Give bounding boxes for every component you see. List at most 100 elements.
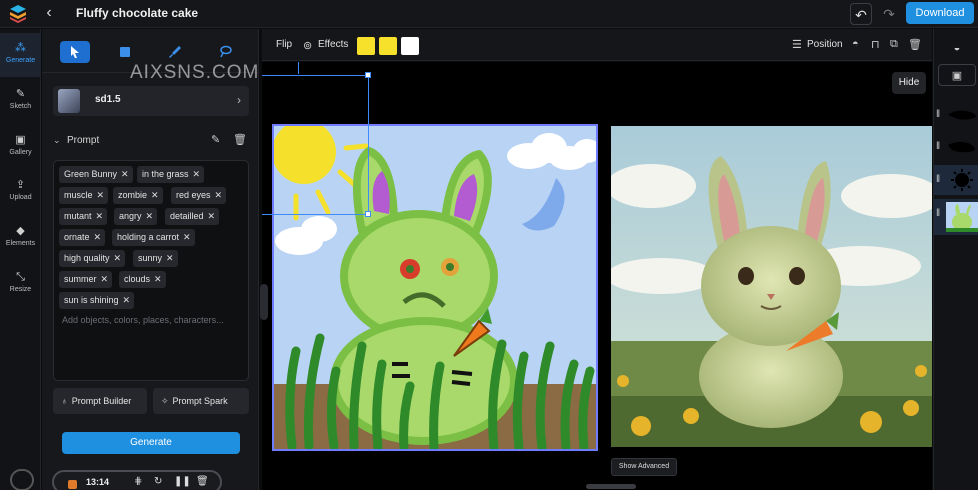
brush-tool-button[interactable] [160, 41, 190, 63]
remove-tag-icon[interactable]: ✕ [123, 295, 131, 305]
prompt-tag-box[interactable]: Green Bunny ✕ in the grass ✕ muscle ✕ zombi… [53, 160, 249, 381]
selection-guide [262, 214, 369, 215]
prompt-tag[interactable]: sunny ✕ [133, 250, 178, 267]
canvas-scrollbar[interactable] [586, 484, 636, 489]
remove-tag-icon[interactable]: ✕ [215, 190, 223, 200]
drag-handle-icon[interactable]: ‖ [936, 174, 940, 185]
grid-icon[interactable]: ⋕ [134, 476, 142, 487]
redo-icon[interactable]: ↷ [878, 3, 900, 25]
prompt-tag[interactable]: clouds ✕ [119, 271, 166, 288]
layer-item[interactable]: ‖ [934, 199, 978, 235]
prompt-tag[interactable]: detailled ✕ [165, 208, 220, 225]
selection-handle[interactable] [365, 72, 371, 78]
effects-button[interactable]: Effects [318, 39, 348, 50]
selection-handle[interactable] [365, 211, 371, 217]
layers-toggle-icon[interactable]: ◒ [938, 37, 976, 59]
remove-tag-icon[interactable]: ✕ [146, 211, 154, 221]
generate-button[interactable]: Generate [62, 432, 240, 454]
rail-item-sketch[interactable]: ✎ Sketch [0, 79, 41, 123]
lasso-tool-button[interactable] [210, 41, 240, 63]
prompt-tag[interactable]: Green Bunny ✕ [59, 166, 133, 183]
prompt-tag[interactable]: muscle ✕ [59, 187, 109, 204]
layer-item[interactable]: ‖ [934, 132, 978, 162]
lock-icon[interactable]: ⊓ [871, 38, 880, 51]
show-advanced-button[interactable]: Show Advanced [611, 458, 677, 476]
layer-item[interactable]: ‖ [934, 165, 978, 195]
prompt-tag[interactable]: zombie ✕ [113, 187, 163, 204]
camera-icon[interactable] [10, 469, 34, 490]
pause-icon[interactable]: ❚❚ [174, 476, 191, 487]
chevron-down-icon[interactable]: ⌄ [53, 135, 61, 146]
color-swatch[interactable] [357, 37, 375, 55]
prompt-tag[interactable]: in the grass ✕ [137, 166, 205, 183]
remove-tag-icon[interactable]: ✕ [114, 253, 122, 263]
drag-handle-icon[interactable]: ‖ [936, 208, 940, 219]
remove-tag-icon[interactable]: ✕ [193, 169, 201, 179]
remove-tag-icon[interactable]: ✕ [96, 211, 104, 221]
sketch-icon: ✎ [15, 88, 26, 100]
prompt-header: ⌄ Prompt ✎ 🗑 [53, 133, 249, 151]
hide-button[interactable]: Hide [892, 72, 926, 94]
edit-pencil-icon[interactable]: ✎ [211, 133, 220, 146]
tag-text: zombie [118, 190, 148, 200]
tag-text: angry [119, 211, 142, 221]
left-resize-handle[interactable] [260, 284, 268, 320]
layers-panel: ◒ ▣ ‖ ‖ ‖ ‖ [933, 29, 978, 490]
record-icon[interactable] [68, 480, 77, 489]
undo-icon[interactable]: ↶ [850, 3, 872, 25]
document-title[interactable]: Fluffy chocolate cake [76, 6, 198, 20]
trash-icon[interactable]: 🗑 [233, 133, 247, 146]
resize-icon: ⤡ [16, 271, 25, 283]
remove-tag-icon[interactable]: ✕ [151, 190, 159, 200]
remove-tag-icon[interactable]: ✕ [101, 274, 109, 284]
select-tool-button[interactable] [60, 41, 90, 63]
prompt-tag[interactable]: mutant ✕ [59, 208, 108, 225]
prompt-builder-button[interactable]: ♁ Prompt Builder [53, 388, 147, 414]
image-layer-icon[interactable]: ▣ [938, 64, 976, 86]
prompt-tag[interactable]: angry ✕ [114, 208, 158, 225]
prompt-tag[interactable]: high quality ✕ [59, 250, 126, 267]
generated-image[interactable] [611, 126, 932, 447]
drag-handle-icon[interactable]: ‖ [936, 109, 940, 120]
download-button[interactable]: Download [906, 2, 974, 24]
prompt-spark-button[interactable]: ✧ Prompt Spark [153, 388, 249, 414]
prompt-tag[interactable]: ornate ✕ [59, 229, 106, 246]
rail-item-upload[interactable]: ⇪ Upload [0, 170, 41, 214]
remove-tag-icon[interactable]: ✕ [166, 253, 174, 263]
duplicate-icon[interactable]: ⧉ [890, 38, 898, 51]
prompt-tag[interactable]: summer ✕ [59, 271, 113, 288]
trash-icon[interactable]: 🗑 [196, 476, 209, 487]
color-swatch[interactable] [401, 37, 419, 55]
remove-tag-icon[interactable]: ✕ [183, 232, 191, 242]
rail-item-resize[interactable]: ⤡ Resize [0, 262, 41, 306]
brush-icon [169, 46, 181, 58]
prompt-tag[interactable]: holding a carrot ✕ [112, 229, 195, 246]
drag-handle-icon[interactable]: ‖ [936, 141, 940, 152]
opacity-drop-icon[interactable]: ◓ [852, 38, 859, 50]
remove-tag-icon[interactable]: ✕ [154, 274, 162, 284]
remove-tag-icon[interactable]: ✕ [97, 190, 105, 200]
position-button[interactable]: Position [807, 39, 843, 50]
remove-tag-icon[interactable]: ✕ [121, 169, 129, 179]
sketch-image[interactable] [272, 124, 598, 451]
model-selector[interactable]: sd1.5 › [53, 86, 249, 116]
rail-item-elements[interactable]: ◆ Elements [0, 216, 41, 260]
color-swatch[interactable] [379, 37, 397, 55]
tag-text: red eyes [176, 190, 211, 200]
rail-item-generate[interactable]: ⁂ Generate [0, 33, 41, 77]
restart-icon[interactable]: ↻ [154, 476, 162, 487]
model-thumbnail [58, 89, 80, 113]
remove-tag-icon[interactable]: ✕ [94, 232, 102, 242]
back-arrow-icon[interactable]: ‹ [40, 3, 58, 23]
trash-icon[interactable]: 🗑 [908, 38, 922, 51]
tag-text: ornate [64, 232, 90, 242]
app-logo-icon[interactable] [8, 4, 28, 24]
layer-item[interactable]: ‖ [934, 100, 978, 130]
prompt-tag[interactable]: sun is shining ✕ [59, 292, 135, 309]
remove-tag-icon[interactable]: ✕ [208, 211, 216, 221]
rectangle-tool-button[interactable] [110, 41, 140, 63]
flip-button[interactable]: Flip [276, 39, 292, 50]
prompt-placeholder[interactable]: Add objects, colors, places, characters.… [62, 315, 224, 325]
rail-item-gallery[interactable]: ▣ Gallery [0, 125, 41, 169]
prompt-tag[interactable]: red eyes ✕ [171, 187, 227, 204]
